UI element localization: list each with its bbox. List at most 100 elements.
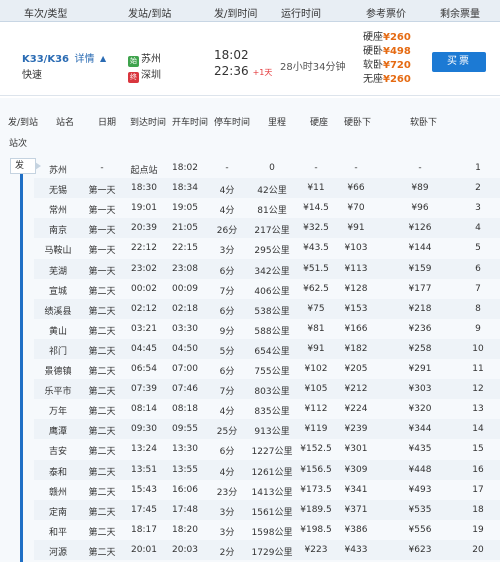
stop-distance: 1561公里 [251, 507, 293, 518]
stop-sequence: 5 [475, 243, 481, 254]
stop-arrive-time: 17:45 [131, 504, 157, 515]
price-label: 软卧 [363, 60, 383, 71]
stop-duration: 6分 [219, 447, 235, 458]
stop-depart-time: 16:06 [172, 484, 198, 495]
stop-row: 万年 第二天 08:14 08:18 4分 835公里 ¥112 ¥224 ¥320 13 [34, 399, 500, 419]
stop-sequence: 19 [472, 524, 484, 535]
stop-row: 马鞍山 第一天 22:12 22:15 3分 295公里 ¥43.5 ¥103 ¥144 5 [34, 238, 500, 258]
buy-ticket-button[interactable]: 买票 [432, 52, 486, 72]
stop-duration: 7分 [219, 286, 235, 297]
stop-sequence: 20 [472, 544, 484, 555]
station-name: 苏州 [48, 166, 68, 176]
stop-day: 第一天 [88, 266, 116, 277]
stop-arrive-time: 09:30 [131, 424, 157, 435]
stop-depart-time: 21:05 [172, 223, 198, 234]
stop-day: 第二天 [88, 527, 116, 538]
arrive-time: 22:36 [214, 64, 249, 78]
stop-hard-seat-price: ¥43.5 [303, 243, 329, 254]
stop-hard-sleeper-price: ¥433 [344, 544, 368, 555]
header-prices: 参考票价 [366, 9, 406, 20]
train-type: 快速 [22, 70, 42, 81]
train-number[interactable]: K33/K36 [22, 54, 69, 65]
stop-distance: 588公里 [254, 326, 290, 337]
station-name: 和平 [48, 527, 68, 538]
stop-row: 常州 第一天 19:01 19:05 4分 81公里 ¥14.5 ¥70 ¥96 3 [34, 198, 500, 218]
stop-duration: 2分 [219, 547, 235, 558]
stop-hard-seat-price: - [314, 163, 318, 173]
stop-duration: 5分 [219, 346, 235, 357]
price-item: 无座¥260 [363, 73, 411, 87]
stop-soft-sleeper-price: ¥177 [408, 283, 432, 294]
stop-soft-sleeper-price: ¥448 [408, 464, 432, 475]
stop-hard-sleeper-price: ¥70 [347, 203, 365, 214]
stop-depart-time: 00:09 [172, 283, 198, 294]
stop-soft-sleeper-price: ¥435 [408, 444, 432, 455]
stop-arrive-time: 22:12 [131, 243, 157, 254]
detail-link[interactable]: 详情 [74, 54, 94, 65]
price-label: 硬座 [363, 32, 383, 43]
stop-arrive-time: 00:02 [131, 283, 157, 294]
stop-soft-sleeper-price: - [418, 163, 422, 173]
stop-duration: 3分 [219, 527, 235, 538]
stop-hard-seat-price: ¥102 [304, 364, 328, 374]
stop-sequence: 15 [472, 444, 484, 455]
stop-hard-sleeper-price: ¥386 [344, 524, 368, 535]
stop-depart-time: 07:46 [172, 384, 198, 395]
stop-hard-seat-price: ¥11 [307, 183, 325, 194]
station-name: 河源 [48, 547, 68, 558]
stop-day: 第二天 [88, 306, 116, 317]
from-station: 始苏州 [128, 50, 161, 67]
stop-day: 第二天 [88, 447, 116, 458]
stops-header: 发/到站 站名 日期 到达时间 开车时间 停车时间 里程 硬座 硬卧下 软卧下 [0, 110, 500, 132]
end-station-badge: 终 [128, 72, 139, 83]
header-train-type: 车次/类型 [24, 9, 68, 20]
train-number-cell: K33/K36 详情 ▲ [22, 50, 106, 65]
stop-hard-seat-price: ¥32.5 [303, 223, 329, 234]
stop-distance: 217公里 [254, 226, 290, 237]
station-name: 常州 [48, 206, 68, 217]
stop-arrive-time: 20:39 [131, 223, 157, 234]
station-name: 祁门 [48, 346, 68, 357]
stop-hard-sleeper-price: ¥182 [344, 343, 368, 354]
stop-row: 河源 第二天 20:01 20:03 2分 1729公里 ¥223 ¥433 ¥623 20 [34, 539, 500, 560]
station-name: 无锡 [48, 186, 68, 197]
header-duration: 运行时间 [281, 9, 321, 20]
station-name: 泰和 [48, 467, 68, 478]
stop-duration: 6分 [219, 266, 235, 277]
stop-depart-time: 18:02 [172, 163, 198, 173]
stop-sequence: 3 [475, 203, 481, 214]
stop-soft-sleeper-price: ¥320 [408, 404, 432, 415]
stop-distance: 654公里 [254, 346, 290, 357]
station-name: 黄山 [48, 326, 68, 337]
stop-depart-time: 03:30 [172, 323, 198, 334]
stop-sequence: 12 [472, 384, 484, 395]
stop-sequence: 2 [475, 183, 481, 194]
stops-col-day: 日期 [98, 118, 117, 128]
stop-hard-seat-price: ¥112 [304, 404, 328, 415]
stop-arrive-time: 18:30 [131, 183, 157, 194]
stop-row: 芜湖 第一天 23:02 23:08 6分 342公里 ¥51.5 ¥113 ¥159 6 [34, 258, 500, 279]
stop-distance: 538公里 [254, 306, 290, 317]
chevron-up-icon[interactable]: ▲ [100, 54, 106, 63]
stop-hard-sleeper-price: ¥301 [344, 444, 368, 455]
station-name: 吉安 [48, 447, 68, 458]
stop-hard-seat-price: ¥189.5 [300, 504, 332, 515]
stop-hard-seat-price: ¥62.5 [303, 283, 329, 294]
stop-hard-seat-price: ¥223 [304, 544, 328, 555]
stop-sequence: 17 [472, 484, 484, 495]
stop-hard-sleeper-price: ¥113 [344, 263, 368, 274]
stop-soft-sleeper-price: ¥556 [408, 524, 432, 535]
stop-hard-sleeper-price: ¥91 [347, 223, 365, 234]
stop-arrive-time: 02:12 [131, 303, 157, 314]
price-value: ¥498 [383, 46, 411, 57]
stop-hard-seat-price: ¥152.5 [300, 444, 332, 455]
stop-distance: 406公里 [254, 286, 290, 297]
stops-col-soft-sleeper: 软卧下 [410, 118, 438, 128]
stop-day: 第二天 [88, 407, 116, 418]
stop-day: 第一天 [88, 206, 116, 217]
stop-duration: 3分 [219, 246, 235, 257]
stop-hard-seat-price: ¥14.5 [303, 203, 329, 214]
stop-depart-time: 17:48 [172, 504, 198, 515]
stop-distance: 1227公里 [251, 447, 293, 458]
stop-row: 苏州 - 起点站 18:02 - 0 - - - 1 [34, 158, 500, 178]
